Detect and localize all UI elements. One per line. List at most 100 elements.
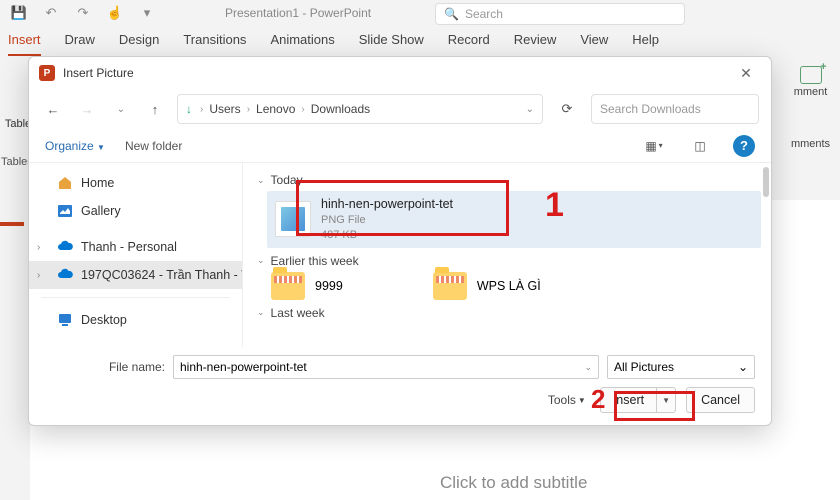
close-button[interactable]: ✕ [731,65,761,82]
tools-button[interactable]: Tools▼ [548,393,586,407]
group-today[interactable]: ⌄Today [257,173,761,187]
file-list: ⌄Today hinh-nen-powerpoint-tet PNG File … [243,163,771,347]
sidebar-label: Home [81,176,114,190]
file-thumbnail [275,201,311,237]
dialog-footer: File name: hinh-nen-powerpoint-tet ⌄ All… [29,347,771,425]
back-button[interactable]: ← [41,97,65,121]
file-name: hinh-nen-powerpoint-tet [321,196,453,213]
filter-label: All Pictures [614,360,674,374]
sidebar-item-onedrive-personal[interactable]: › Thanh - Personal [29,233,242,261]
new-comment-icon[interactable] [800,66,822,84]
powerpoint-icon: P [39,65,55,81]
sidebar: Home Gallery › Thanh - Personal › 197QC0… [29,163,243,347]
home-icon [57,175,73,191]
breadcrumb-downloads[interactable]: Downloads [311,102,370,116]
downloads-icon: ↓ [186,102,192,116]
group-earlier[interactable]: ⌄Earlier this week [257,254,761,268]
tab-design[interactable]: Design [119,32,159,56]
sidebar-item-home[interactable]: Home [29,169,242,197]
dropdown-icon[interactable]: ⌄ [584,362,592,373]
view-mode-button[interactable]: ▦▾ [641,134,667,158]
recent-dropdown[interactable]: ⌄ [109,97,133,121]
chevron-down-icon: ⌄ [257,175,265,186]
group-lastweek[interactable]: ⌄Last week [257,306,761,320]
app-search[interactable]: 🔍 Search [435,3,685,25]
chevron-down-icon: ⌄ [257,307,265,318]
sidebar-item-onedrive-work[interactable]: › 197QC03624 - Trần Thanh - VLC [29,261,242,289]
chevron-right-icon: › [247,104,250,115]
insert-dropdown-icon[interactable]: ▼ [657,396,675,405]
touch-mode-icon[interactable]: ☝ [106,4,124,22]
forward-button[interactable]: → [75,97,99,121]
file-type: PNG File [321,213,453,228]
tab-draw[interactable]: Draw [65,32,95,56]
sidebar-item-desktop[interactable]: Desktop [29,306,242,334]
tab-slideshow[interactable]: Slide Show [359,32,424,56]
undo-icon[interactable]: ↶ [42,4,60,22]
filename-value: hinh-nen-powerpoint-tet [180,360,307,374]
organize-button[interactable]: Organize ▼ [45,139,105,153]
ribbon-tabs: Insert Draw Design Transitions Animation… [0,32,840,56]
preview-pane-button[interactable]: ◫ [687,134,713,158]
tab-transitions[interactable]: Transitions [183,32,246,56]
breadcrumb[interactable]: ↓ › Users › Lenovo › Downloads ⌄ [177,94,543,124]
cloud-icon [57,239,73,255]
cancel-button[interactable]: Cancel [686,387,755,413]
sidebar-label: Thanh - Personal [81,240,177,254]
chevron-right-icon: › [301,104,304,115]
tab-review[interactable]: Review [514,32,557,56]
qat-dropdown-icon[interactable]: ▾ [138,4,156,22]
comment-label: mment [783,86,838,98]
folder-name: 9999 [315,279,343,293]
filename-input[interactable]: hinh-nen-powerpoint-tet ⌄ [173,355,599,379]
sidebar-label: Gallery [81,204,121,218]
sidebar-label: Desktop [81,313,127,327]
up-button[interactable]: ↑ [143,97,167,121]
search-placeholder: Search [465,7,503,21]
chevron-right-icon[interactable]: › [37,242,40,253]
comments-label: mments [783,138,838,150]
sidebar-item-gallery[interactable]: Gallery [29,197,242,225]
chevron-right-icon: › [200,104,203,115]
dialog-title: Insert Picture [63,66,134,80]
save-icon[interactable]: 💾 [10,4,28,22]
dialog-titlebar: P Insert Picture ✕ [29,57,771,89]
file-item-selected[interactable]: hinh-nen-powerpoint-tet PNG File 487 KB [267,191,761,248]
chevron-right-icon[interactable]: › [37,270,40,281]
dialog-toolbar: Organize ▼ New folder ▦▾ ◫ ? [29,129,771,163]
refresh-button[interactable]: ⟳ [553,94,581,124]
search-placeholder-text: Search Downloads [600,102,701,116]
breadcrumb-expand-icon[interactable]: ⌄ [526,104,534,115]
tab-view[interactable]: View [580,32,608,56]
new-folder-button[interactable]: New folder [125,139,182,153]
folder-item[interactable]: WPS LÀ GÌ [433,272,541,300]
scrollbar[interactable] [763,167,769,197]
tab-insert[interactable]: Insert [8,32,41,56]
breadcrumb-lenovo[interactable]: Lenovo [256,102,295,116]
filename-label: File name: [45,360,165,374]
cloud-icon [57,267,73,283]
subtitle-placeholder[interactable]: Click to add subtitle [440,473,587,493]
help-button[interactable]: ? [733,135,755,157]
annotation-number-2: 2 [591,384,605,415]
insert-button[interactable]: Insert ▼ [600,387,676,413]
sidebar-label: 197QC03624 - Trần Thanh - VLC [81,268,243,282]
dropdown-icon: ⌄ [738,360,748,374]
folder-name: WPS LÀ GÌ [477,279,541,293]
dialog-nav: ← → ⌄ ↑ ↓ › Users › Lenovo › Downloads ⌄… [29,89,771,129]
chevron-down-icon: ⌄ [257,255,265,266]
ribbon-comment-group: mment mments [783,66,838,150]
tab-record[interactable]: Record [448,32,490,56]
breadcrumb-users[interactable]: Users [209,102,240,116]
tab-animations[interactable]: Animations [270,32,334,56]
search-input[interactable]: Search Downloads [591,94,759,124]
filetype-filter[interactable]: All Pictures ⌄ [607,355,755,379]
redo-icon[interactable]: ↷ [74,4,92,22]
desktop-icon [57,312,73,328]
search-icon: 🔍 [444,7,459,21]
folder-icon [271,272,305,300]
slide-thumbnail-indicator [0,222,24,226]
tab-help[interactable]: Help [632,32,659,56]
quick-access-toolbar: 💾 ↶ ↷ ☝ ▾ [10,4,156,22]
folder-item[interactable]: 9999 [271,272,343,300]
